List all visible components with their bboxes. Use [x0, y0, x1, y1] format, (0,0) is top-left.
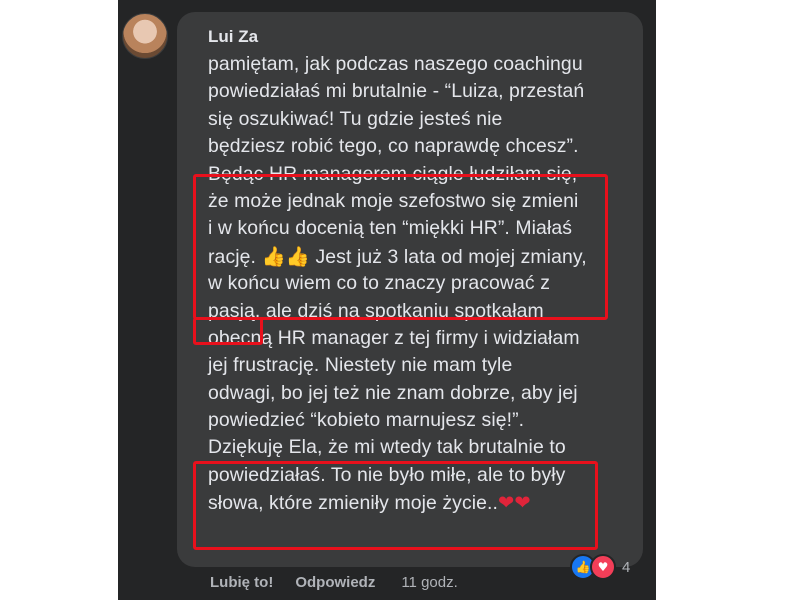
highlight-box	[193, 461, 598, 550]
comment-line: jej frustrację. Niestety nie mam tyle	[208, 354, 513, 377]
reply-button[interactable]: Odpowiedz	[295, 574, 375, 592]
comment-line: obecną HR manager z tej firmy i widziała…	[208, 326, 580, 349]
comment-line: Dziękuję Ela, że mi wtedy tak brutalnie …	[208, 436, 566, 459]
comment-line: będziesz robić tego, co naprawdę chcesz”…	[208, 135, 579, 158]
comment-line: powiedzieć “kobieto marnujesz się!”.	[208, 409, 525, 432]
highlight-box	[193, 174, 608, 320]
timestamp[interactable]: 11 godz.	[401, 574, 457, 592]
like-button[interactable]: Lubię to!	[210, 574, 273, 592]
comment-line: się oszukiwać! Tu gdzie jesteś nie	[208, 107, 503, 130]
highlight-box-tail	[193, 317, 263, 345]
reaction-summary[interactable]: 👍 ♥ 4	[570, 554, 630, 580]
comment-line: powiedziałaś mi brutalnie - “Luiza, prze…	[208, 80, 585, 103]
comment-author[interactable]: Lui Za	[208, 27, 258, 47]
love-reaction-icon: ♥	[590, 554, 616, 580]
avatar[interactable]	[122, 13, 168, 59]
reaction-count: 4	[622, 558, 631, 576]
comment-line: pamiętam, jak podczas naszego coachingu	[208, 53, 583, 75]
comment-actions: Lubię to! Odpowiedz 11 godz.	[210, 574, 458, 592]
comment-line: odwagi, bo jej też nie znam dobrze, aby …	[208, 381, 578, 404]
